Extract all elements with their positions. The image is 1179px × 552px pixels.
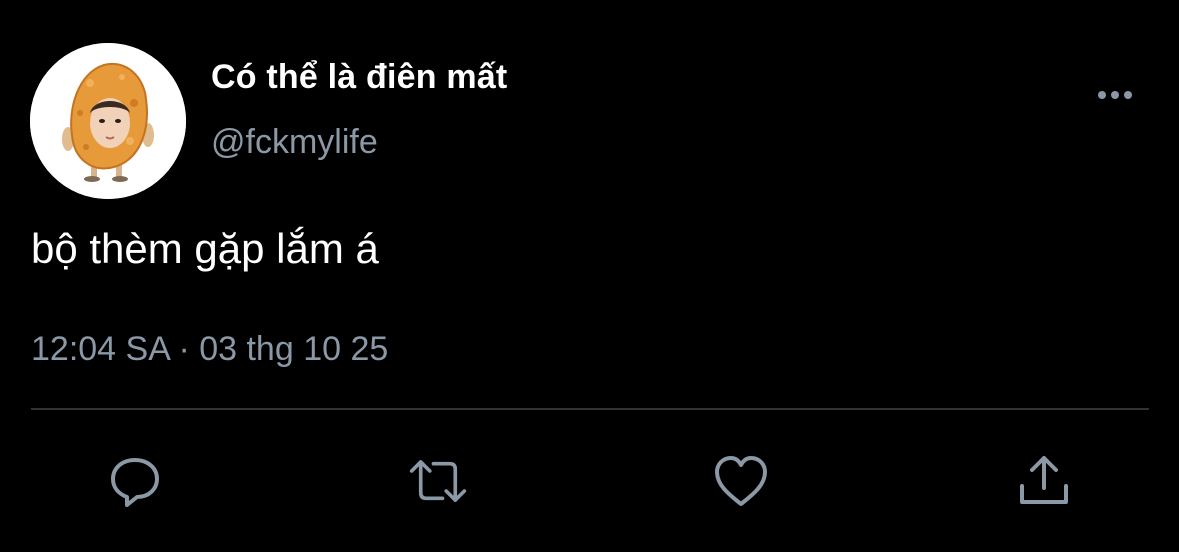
- divider: [31, 408, 1149, 410]
- tweet-text: bộ thèm gặp lắm á: [31, 225, 379, 272]
- more-options-button[interactable]: [1093, 80, 1137, 110]
- like-button[interactable]: [711, 452, 771, 510]
- user-handle[interactable]: @fckmylife: [211, 123, 378, 162]
- retweet-icon: [409, 460, 467, 502]
- tweet-detail: Có thể là điên mất @fckmylife bộ thèm gặ…: [0, 0, 1179, 552]
- reply-icon: [111, 458, 159, 507]
- display-name[interactable]: Có thể là điên mất: [211, 58, 507, 97]
- avatar[interactable]: [30, 43, 186, 199]
- fried-nugget-avatar-icon: [30, 43, 186, 199]
- like-icon: [715, 456, 767, 506]
- reply-button[interactable]: [105, 452, 165, 510]
- share-button[interactable]: [1014, 452, 1074, 510]
- more-horizontal-icon: [1098, 91, 1132, 99]
- retweet-button[interactable]: [408, 452, 468, 510]
- share-icon: [1020, 456, 1068, 504]
- tweet-timestamp[interactable]: 12:04 SA · 03 thg 10 25: [31, 330, 388, 369]
